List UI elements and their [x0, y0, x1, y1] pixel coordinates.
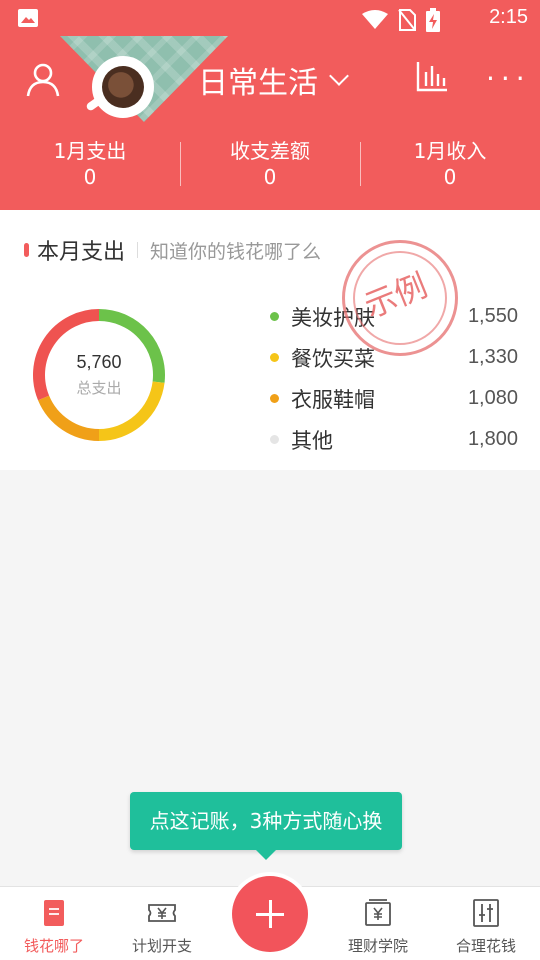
coffee-cup-icon: [102, 66, 144, 108]
legend-dot: [270, 435, 279, 444]
total-caption: 总支出: [76, 379, 122, 397]
more-options-icon[interactable]: ···: [486, 65, 531, 93]
no-sim-icon: [398, 9, 416, 31]
sample-stamp: 示例: [342, 240, 458, 356]
legend-item: 衣服鞋帽 1,080: [266, 378, 518, 419]
sliders-icon: [473, 899, 499, 927]
chevron-down-icon: [329, 66, 349, 86]
header-background: 2:15 日常生活 ··· 1月支出 0 收支差额 0 1月收入 0: [0, 0, 540, 210]
card-title: 本月支出: [37, 240, 126, 265]
record-hint-tooltip[interactable]: 点这记账，3种方式随心换: [130, 792, 402, 860]
tab-plan-spending[interactable]: 计划开支: [108, 887, 216, 960]
card-subtitle: 知道你的钱花哪了么: [150, 240, 322, 263]
user-profile-icon[interactable]: [26, 62, 60, 98]
ledger-switcher[interactable]: 日常生活: [198, 58, 349, 102]
gallery-notification-icon: [18, 9, 38, 27]
legend-dot: [270, 394, 279, 403]
legend-dot: [270, 353, 279, 362]
status-bar: 2:15: [0, 0, 540, 36]
ticket-yuan-icon: [148, 904, 176, 922]
summary-expense: 1月支出 0: [53, 139, 127, 189]
total-expense: 5,760: [76, 352, 122, 372]
battery-charging-icon: [426, 8, 440, 32]
ledger-name: 日常生活: [198, 66, 318, 101]
month-summary: 1月支出 0 收支差额 0 1月收入 0: [0, 138, 540, 190]
donut-center: 5,760 总支出: [30, 306, 168, 444]
legend-item: 其他 1,800: [266, 419, 518, 460]
clock: 2:15: [489, 6, 528, 28]
card-header: 本月支出 知道你的钱花哪了么: [24, 234, 321, 266]
tab-finance-academy[interactable]: 理财学院: [324, 887, 432, 960]
add-record-button[interactable]: [232, 876, 308, 952]
wifi-icon: [362, 10, 388, 29]
summary-balance: 收支差额 0: [180, 138, 360, 190]
bar-chart-icon[interactable]: [416, 60, 448, 92]
monthly-expense-card[interactable]: 本月支出 知道你的钱花哪了么 5,760 总支出 美妆护肤 1,550 餐饮买菜…: [0, 210, 540, 470]
tab-smart-spending[interactable]: 合理花钱: [432, 887, 540, 960]
summary-income: 1月收入 0: [360, 138, 540, 190]
yuan-book-icon: [365, 899, 391, 926]
tab-where-money-went[interactable]: 钱花哪了: [0, 887, 108, 960]
ledger-avatar[interactable]: [85, 56, 154, 118]
legend-dot: [270, 312, 279, 321]
ledger-icon: [44, 900, 64, 926]
app-header: 日常生活 ···: [0, 50, 540, 118]
